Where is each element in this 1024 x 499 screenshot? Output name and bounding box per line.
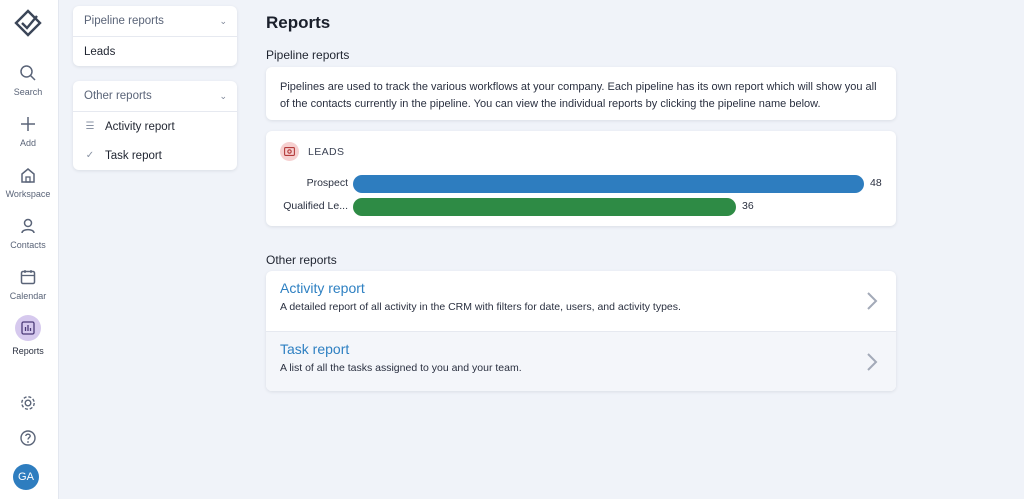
calendar-icon bbox=[20, 270, 36, 285]
pipeline-reports-toggle[interactable]: Pipeline reports ⌄ bbox=[73, 6, 237, 37]
person-icon bbox=[21, 218, 35, 234]
report-description: A detailed report of all activity in the… bbox=[280, 301, 681, 313]
panel-item-activity-report[interactable]: ☰ Activity report bbox=[73, 112, 237, 141]
app-logo-icon[interactable] bbox=[13, 9, 43, 39]
nav-calendar[interactable]: Calendar bbox=[0, 268, 56, 301]
leads-badge bbox=[280, 142, 299, 161]
activity-report-link[interactable]: Activity report A detailed report of all… bbox=[266, 271, 896, 331]
pipeline-description: Pipelines are used to track the various … bbox=[280, 81, 877, 110]
other-reports-toggle[interactable]: Other reports ⌄ bbox=[73, 81, 237, 112]
nav-workspace[interactable]: Workspace bbox=[0, 166, 56, 199]
pipeline-reports-panel: Pipeline reports ⌄ Leads bbox=[73, 6, 237, 66]
bar[interactable] bbox=[353, 175, 864, 193]
panel-item-label: Activity report bbox=[105, 120, 175, 133]
report-description: A list of all the tasks assigned to you … bbox=[280, 362, 522, 374]
nav-label: Contacts bbox=[10, 240, 46, 250]
plus-icon bbox=[21, 117, 35, 131]
nav-contacts[interactable]: Contacts bbox=[0, 217, 56, 250]
nav-label: Search bbox=[13, 87, 43, 97]
chevron-right-icon bbox=[867, 353, 878, 371]
report-title: Activity report bbox=[280, 280, 365, 296]
help-icon bbox=[20, 430, 36, 446]
task-report-link[interactable]: Task report A list of all the tasks assi… bbox=[266, 331, 896, 391]
bar-value-label: 48 bbox=[870, 177, 882, 189]
gear-icon bbox=[21, 396, 35, 410]
home-icon bbox=[21, 168, 35, 183]
chevron-down-icon: ⌄ bbox=[219, 15, 227, 26]
search-icon bbox=[20, 65, 36, 81]
list-icon: ☰ bbox=[85, 121, 95, 132]
leads-chart-card: LEADS Prospect 48 Qualified Le... 36 bbox=[266, 131, 896, 226]
money-icon bbox=[284, 147, 295, 156]
page-title: Reports bbox=[266, 13, 331, 32]
leads-header[interactable]: LEADS bbox=[280, 142, 344, 161]
bar[interactable] bbox=[353, 198, 736, 216]
panel-header-label: Other reports bbox=[84, 90, 152, 102]
nav-reports[interactable]: Reports bbox=[0, 315, 56, 356]
active-indicator bbox=[15, 315, 41, 341]
nav-label: Reports bbox=[12, 346, 44, 356]
nav-add[interactable]: Add bbox=[0, 115, 56, 148]
nav-settings[interactable] bbox=[0, 394, 56, 412]
nav-label: Calendar bbox=[9, 291, 47, 301]
report-title: Task report bbox=[280, 341, 350, 357]
bar-label: Prospect bbox=[306, 177, 348, 189]
chevron-down-icon: ⌄ bbox=[219, 90, 227, 101]
panel-item-label: Leads bbox=[84, 45, 116, 58]
panel-item-leads[interactable]: Leads bbox=[73, 37, 237, 66]
bar-row[interactable]: Qualified Le... 36 bbox=[266, 198, 896, 216]
nav-help[interactable] bbox=[0, 429, 56, 447]
bar-value-label: 36 bbox=[742, 200, 754, 212]
panel-header-label: Pipeline reports bbox=[84, 15, 164, 27]
left-nav-rail: Search Add Workspace Contacts Calendar R… bbox=[0, 0, 59, 499]
section-title-other: Other reports bbox=[266, 253, 337, 267]
reports-icon bbox=[21, 321, 35, 335]
nav-label: Workspace bbox=[5, 189, 51, 199]
panel-item-task-report[interactable]: ✓ Task report bbox=[73, 141, 237, 170]
avatar[interactable]: GA bbox=[13, 464, 39, 490]
nav-search[interactable]: Search bbox=[0, 64, 56, 97]
chevron-right-icon bbox=[867, 292, 878, 310]
leads-title: LEADS bbox=[308, 145, 345, 158]
panel-item-label: Task report bbox=[105, 149, 162, 162]
other-reports-card: Activity report A detailed report of all… bbox=[266, 271, 896, 391]
nav-label: Add bbox=[19, 138, 36, 148]
bar-label: Qualified Le... bbox=[283, 200, 348, 212]
section-title-pipeline: Pipeline reports bbox=[266, 48, 350, 62]
bar-row[interactable]: Prospect 48 bbox=[266, 175, 896, 193]
other-reports-panel: Other reports ⌄ ☰ Activity report ✓ Task… bbox=[73, 81, 237, 170]
check-circle-icon: ✓ bbox=[85, 150, 95, 161]
pipeline-description-card: Pipelines are used to track the various … bbox=[266, 67, 896, 120]
